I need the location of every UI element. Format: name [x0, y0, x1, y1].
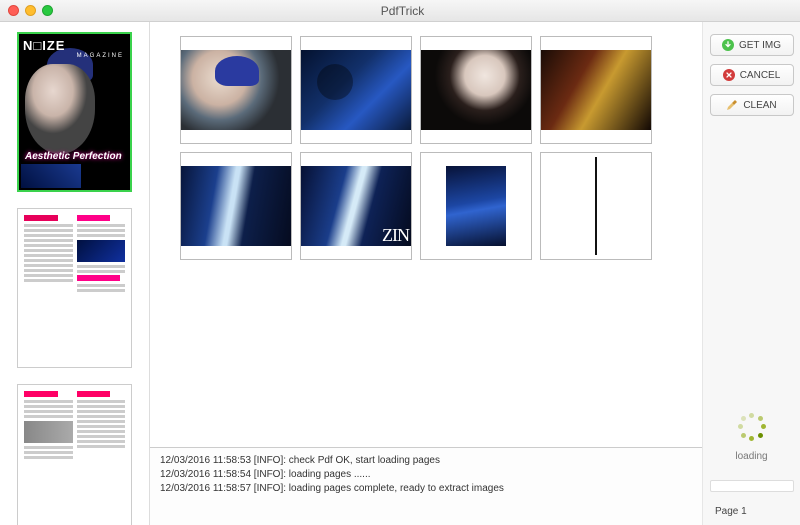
- extracted-image-3[interactable]: [420, 36, 532, 144]
- extracted-image-6[interactable]: [300, 152, 412, 260]
- extracted-image-5[interactable]: [180, 152, 292, 260]
- cancel-icon: [723, 69, 735, 81]
- cancel-label: CANCEL: [740, 70, 781, 81]
- cover-sublogo: MAGAZINE: [77, 53, 124, 59]
- page-thumbnail-sidebar[interactable]: N□IZE MAGAZINE Aesthetic Perfection: [0, 22, 150, 525]
- extracted-image-4[interactable]: [540, 36, 652, 144]
- image-grid: [180, 36, 672, 260]
- page-thumb-3[interactable]: [17, 384, 132, 525]
- main-panel: 12/03/2016 11:58:53 [INFO]: check Pdf OK…: [150, 22, 702, 525]
- image-grid-area[interactable]: [150, 22, 702, 447]
- loading-label: loading: [735, 451, 767, 462]
- log-line: 12/03/2016 11:58:54 [INFO]: loading page…: [160, 468, 692, 482]
- log-line: 12/03/2016 11:58:53 [INFO]: check Pdf OK…: [160, 454, 692, 468]
- window-title: PdfTrick: [13, 4, 792, 18]
- log-line: 12/03/2016 11:58:57 [INFO]: loading page…: [160, 482, 692, 496]
- page-thumb-1[interactable]: N□IZE MAGAZINE Aesthetic Perfection: [17, 32, 132, 192]
- page-indicator: Page 1: [709, 506, 747, 517]
- action-toolbar: GET IMG CANCEL CLEAN loading Page 1: [702, 22, 800, 525]
- clean-label: CLEAN: [743, 100, 776, 111]
- extracted-image-8[interactable]: [540, 152, 652, 260]
- get-img-label: GET IMG: [739, 40, 781, 51]
- download-icon: [722, 39, 734, 51]
- extracted-image-1[interactable]: [180, 36, 292, 144]
- extracted-image-2[interactable]: [300, 36, 412, 144]
- broom-icon: [726, 99, 738, 111]
- app-frame: N□IZE MAGAZINE Aesthetic Perfection: [0, 22, 800, 525]
- cover-headline: Aesthetic Perfection: [25, 151, 122, 162]
- log-panel[interactable]: 12/03/2016 11:58:53 [INFO]: check Pdf OK…: [150, 447, 702, 525]
- extracted-image-7[interactable]: [420, 152, 532, 260]
- cover-logo: N□IZE: [23, 38, 126, 53]
- loading-spinner-icon: [738, 413, 766, 441]
- page-thumb-2[interactable]: [17, 208, 132, 368]
- clean-button[interactable]: CLEAN: [710, 94, 794, 116]
- cancel-button[interactable]: CANCEL: [710, 64, 794, 86]
- progress-bar: [710, 480, 794, 492]
- get-img-button[interactable]: GET IMG: [710, 34, 794, 56]
- titlebar: PdfTrick: [0, 0, 800, 22]
